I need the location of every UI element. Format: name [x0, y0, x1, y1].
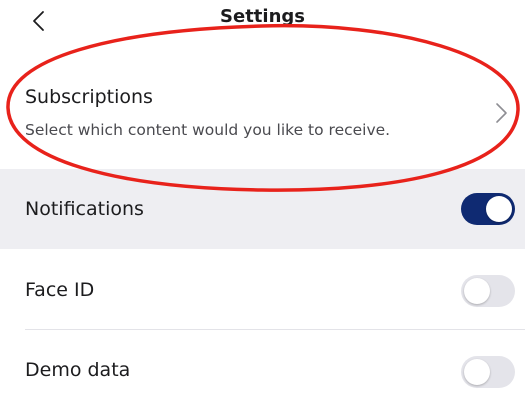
toggle-knob — [464, 278, 490, 304]
demo-data-label: Demo data — [25, 359, 131, 381]
subscriptions-description: Select which content would you like to r… — [25, 121, 391, 139]
notifications-row: Notifications — [0, 169, 525, 249]
chevron-right-icon[interactable] — [492, 98, 512, 128]
subscriptions-title: Subscriptions — [25, 86, 153, 108]
header: Settings — [0, 0, 525, 40]
notifications-toggle[interactable] — [461, 193, 515, 225]
demo-data-toggle[interactable] — [461, 356, 515, 388]
toggle-knob — [486, 196, 512, 222]
notifications-label: Notifications — [25, 198, 144, 220]
face-id-row: Face ID — [0, 250, 525, 330]
face-id-label: Face ID — [25, 279, 95, 301]
demo-data-row: Demo data — [0, 330, 525, 410]
page-title: Settings — [220, 6, 305, 27]
toggle-knob — [464, 359, 490, 385]
subscriptions-row[interactable]: Subscriptions Select which content would… — [0, 70, 525, 166]
face-id-toggle[interactable] — [461, 275, 515, 307]
